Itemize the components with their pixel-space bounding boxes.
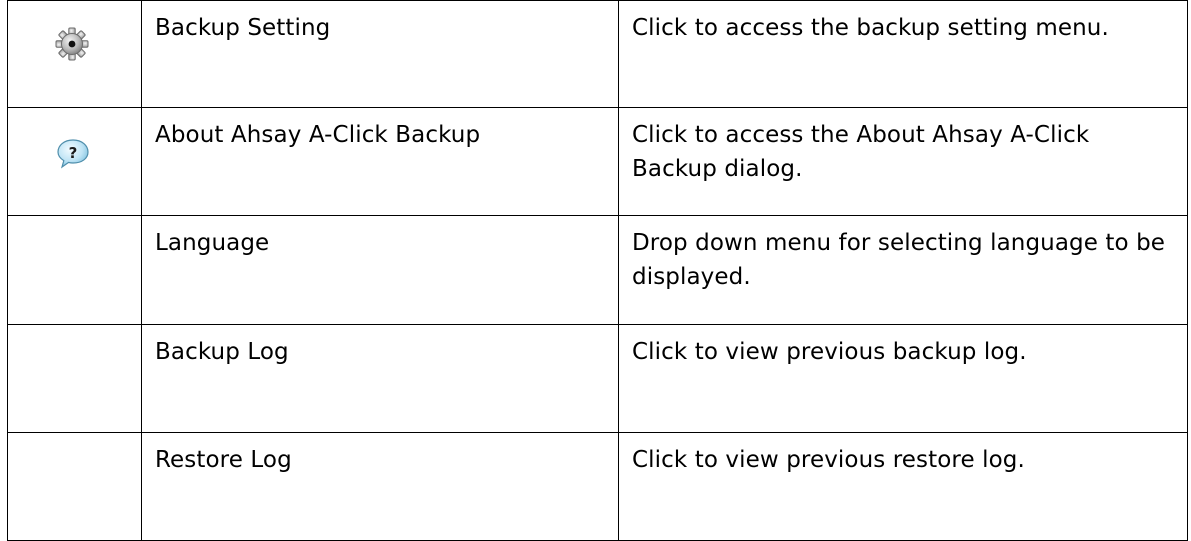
item-description: Click to view previous backup log. — [632, 339, 1027, 365]
item-name: Backup Setting — [155, 15, 331, 41]
item-name: Restore Log — [155, 447, 292, 473]
help-speech-bubble-icon: ? — [55, 138, 91, 174]
item-name: Backup Log — [155, 339, 289, 365]
description-cell: Click to view previous restore log. — [618, 432, 1188, 541]
name-cell: Backup Setting — [141, 0, 619, 108]
svg-text:?: ? — [69, 144, 78, 162]
gear-icon — [54, 26, 90, 62]
item-name: About Ahsay A-Click Backup — [155, 122, 481, 148]
table-row: Backup Setting Click to access the backu… — [7, 0, 1188, 108]
description-cell: Click to access the About Ahsay A-Click … — [618, 107, 1188, 216]
feature-reference-table: Backup Setting Click to access the backu… — [7, 0, 1188, 541]
description-cell: Click to view previous backup log. — [618, 324, 1188, 433]
name-cell: Language — [141, 215, 619, 325]
icon-cell — [7, 324, 142, 433]
table-row: Language Drop down menu for selecting la… — [7, 215, 1188, 325]
icon-cell — [7, 215, 142, 325]
icon-cell — [7, 432, 142, 541]
table-row: ? About Ahsay A-Click Backup Click to ac… — [7, 107, 1188, 216]
item-name: Language — [155, 230, 270, 256]
icon-cell: ? — [7, 107, 142, 216]
item-description: Drop down menu for selecting language to… — [632, 230, 1166, 290]
name-cell: About Ahsay A-Click Backup — [141, 107, 619, 216]
name-cell: Backup Log — [141, 324, 619, 433]
icon-cell — [7, 0, 142, 108]
item-description: Click to access the About Ahsay A-Click … — [632, 122, 1090, 182]
item-description: Click to view previous restore log. — [632, 447, 1025, 473]
name-cell: Restore Log — [141, 432, 619, 541]
description-cell: Click to access the backup setting menu. — [618, 0, 1188, 108]
item-description: Click to access the backup setting menu. — [632, 15, 1109, 41]
table-row: Restore Log Click to view previous resto… — [7, 432, 1188, 541]
table-row: Backup Log Click to view previous backup… — [7, 324, 1188, 433]
description-cell: Drop down menu for selecting language to… — [618, 215, 1188, 325]
